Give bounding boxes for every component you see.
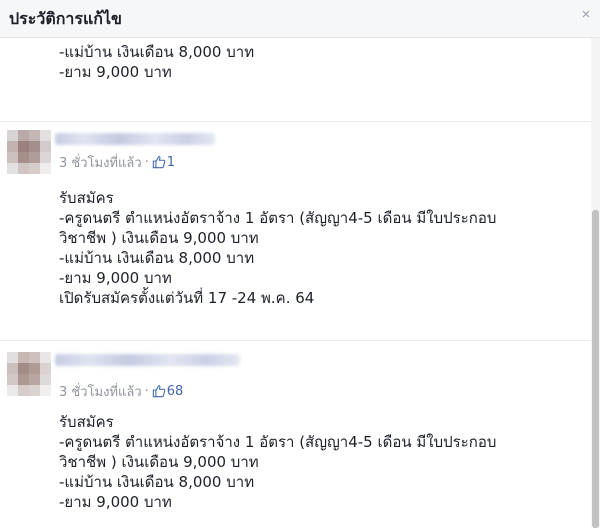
dialog-title: ประวัติการแก้ไข [9,9,122,28]
avatar[interactable] [7,130,51,174]
revision-line: เปิดรับสมัครตั้งแต่วันที่ 17 -24 พ.ค. 64 [59,289,315,307]
revision-line: -แม่บ้าน เงินเดือน 8,000 บาท [59,43,255,61]
avatar[interactable] [7,352,51,396]
dialog-header: ประวัติการแก้ไข × [0,0,600,38]
edit-history-dialog: ประวัติการแก้ไข × -แม่บ้าน เงินเดือน 8,0… [0,0,600,528]
revision-text: รับสมัคร -ครูดนตรี ตำแหน่งอัตราจ้าง 1 อั… [59,412,496,512]
separator: · [144,383,149,399]
scrollbar-thumb[interactable] [592,210,599,528]
separator: · [144,154,149,170]
revision-line: รับสมัคร [59,413,114,431]
revision-line: -ยาม 9,000 บาท [59,493,172,511]
revision-line: รับสมัคร [59,189,114,207]
revision-line: -ยาม 9,000 บาท [59,63,172,81]
like-count[interactable]: 68 [167,384,184,399]
revision-line: -ครูดนตรี ตำแหน่งอัตราจ้าง 1 อัตรา (สัญญ… [59,433,497,451]
author-name-redacted[interactable] [55,354,240,366]
timestamp[interactable]: 3 ชั่วโมงที่แล้ว [59,381,142,402]
thumbs-up-icon[interactable] [152,155,166,169]
revision-line: -แม่บ้าน เงินเดือน 8,000 บาท [59,473,255,491]
timestamp[interactable]: 3 ชั่วโมงที่แล้ว [59,152,142,173]
revision-line: วิชาชีพ ) เงินเดือน 9,000 บาท [59,453,259,471]
revision-text-fragment: -แม่บ้าน เงินเดือน 8,000 บาท -ยาม 9,000 … [59,42,254,82]
revision-list[interactable]: -แม่บ้าน เงินเดือน 8,000 บาท -ยาม 9,000 … [0,38,600,528]
revision-line: -แม่บ้าน เงินเดือน 8,000 บาท [59,249,255,267]
author-name-redacted[interactable] [55,133,215,145]
revision-line: -ยาม 9,000 บาท [59,269,172,287]
revision-text: รับสมัคร -ครูดนตรี ตำแหน่งอัตราจ้าง 1 อั… [59,188,496,308]
revision-line: วิชาชีพ ) เงินเดือน 9,000 บาท [59,229,259,247]
divider [0,121,591,122]
revision-meta: 3 ชั่วโมงที่แล้ว · 1 [59,153,175,171]
thumbs-up-icon[interactable] [152,384,166,398]
revision-line: -ครูดนตรี ตำแหน่งอัตราจ้าง 1 อัตรา (สัญญ… [59,209,497,227]
close-icon[interactable]: × [578,7,594,23]
revision-meta: 3 ชั่วโมงที่แล้ว · 68 [59,382,183,400]
divider [0,340,591,341]
like-count[interactable]: 1 [167,155,175,170]
